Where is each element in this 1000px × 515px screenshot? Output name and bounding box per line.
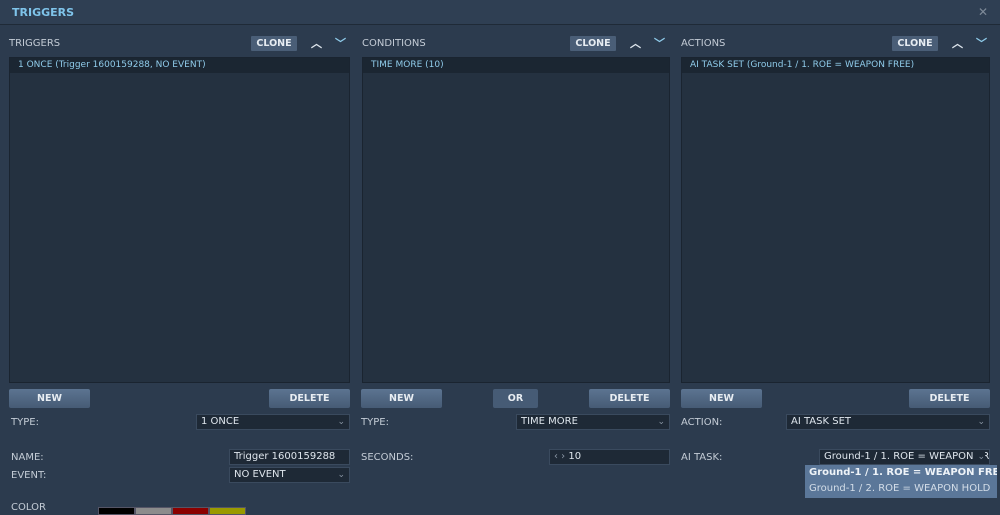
ai-task-dropdown: Ground-1 / 1. ROE = WEAPON FREE Ground-1… [805, 465, 997, 498]
name-label: NAME: [11, 452, 44, 463]
seconds-label: SECONDS: [361, 452, 414, 463]
ai-task-value: Ground-1 / 1. ROE = WEAPON FREE [824, 451, 990, 462]
window-title: TRIGGERS [12, 6, 75, 19]
color-swatch-yellow[interactable] [209, 507, 246, 515]
stepper-arrows-icon[interactable]: ‹ › [554, 451, 568, 462]
triggers-delete-button[interactable]: DELETE [269, 389, 350, 408]
ai-task-select[interactable]: Ground-1 / 1. ROE = WEAPON FREE ⌄ [819, 449, 990, 465]
chevron-down-icon: ⌄ [977, 417, 985, 427]
chevron-down-icon: ⌄ [337, 470, 345, 480]
triggers-clone-button[interactable]: CLONE [251, 36, 297, 51]
color-swatch-red[interactable] [172, 507, 209, 515]
conditions-new-button[interactable]: NEW [361, 389, 442, 408]
trigger-name-input[interactable]: Trigger 1600159288 [229, 449, 350, 465]
condition-type-label: TYPE: [361, 417, 389, 428]
color-swatch-black[interactable] [98, 507, 135, 515]
conditions-move-up-icon[interactable]: ︿ [630, 35, 641, 51]
triggers-move-up-icon[interactable]: ︿ [311, 35, 322, 51]
trigger-type-select[interactable]: 1 ONCE ⌄ [196, 414, 350, 430]
seconds-stepper[interactable]: ‹ › 10 [549, 449, 670, 465]
ai-task-option[interactable]: Ground-1 / 1. ROE = WEAPON FREE [809, 465, 997, 481]
list-item[interactable]: 1 ONCE (Trigger 1600159288, NO EVENT) [10, 58, 349, 73]
color-label: COLOR [11, 502, 46, 513]
title-bar [0, 0, 1000, 25]
conditions-delete-button[interactable]: DELETE [589, 389, 670, 408]
action-value: AI TASK SET [791, 416, 851, 427]
chevron-down-icon: ⌄ [657, 417, 665, 427]
triggers-move-down-icon[interactable]: ﹀ [335, 35, 346, 51]
list-item[interactable]: AI TASK SET (Ground-1 / 1. ROE = WEAPON … [682, 58, 989, 73]
action-select[interactable]: AI TASK SET ⌄ [786, 414, 990, 430]
actions-move-down-icon[interactable]: ﹀ [976, 35, 987, 51]
conditions-clone-button[interactable]: CLONE [570, 36, 616, 51]
chevron-down-icon: ⌄ [337, 417, 345, 427]
seconds-value: 10 [568, 451, 582, 462]
event-value: NO EVENT [234, 469, 286, 480]
actions-move-up-icon[interactable]: ︿ [952, 35, 963, 51]
actions-delete-button[interactable]: DELETE [909, 389, 990, 408]
actions-clone-button[interactable]: CLONE [892, 36, 938, 51]
condition-type-select[interactable]: TIME MORE ⌄ [516, 414, 670, 430]
type-label: TYPE: [11, 417, 39, 428]
ai-task-option[interactable]: Ground-1 / 2. ROE = WEAPON HOLD [809, 481, 997, 497]
conditions-list[interactable]: TIME MORE (10) [362, 57, 670, 383]
color-swatch-gray[interactable] [135, 507, 172, 515]
actions-list[interactable]: AI TASK SET (Ground-1 / 1. ROE = WEAPON … [681, 57, 990, 383]
event-select[interactable]: NO EVENT ⌄ [229, 467, 350, 483]
actions-header: ACTIONS [681, 38, 726, 49]
actions-new-button[interactable]: NEW [681, 389, 762, 408]
condition-type-value: TIME MORE [521, 416, 578, 427]
close-icon[interactable]: ✕ [978, 5, 988, 19]
ai-task-label: AI TASK: [681, 452, 723, 463]
chevron-down-icon: ⌄ [977, 450, 985, 464]
event-label: EVENT: [11, 470, 47, 481]
conditions-header: CONDITIONS [362, 38, 426, 49]
triggers-new-button[interactable]: NEW [9, 389, 90, 408]
conditions-or-button[interactable]: OR [493, 389, 538, 408]
conditions-move-down-icon[interactable]: ﹀ [654, 35, 665, 51]
list-item[interactable]: TIME MORE (10) [363, 58, 669, 73]
action-label: ACTION: [681, 417, 723, 428]
triggers-list[interactable]: 1 ONCE (Trigger 1600159288, NO EVENT) [9, 57, 350, 383]
triggers-header: TRIGGERS [9, 38, 61, 49]
trigger-type-value: 1 ONCE [201, 416, 240, 427]
